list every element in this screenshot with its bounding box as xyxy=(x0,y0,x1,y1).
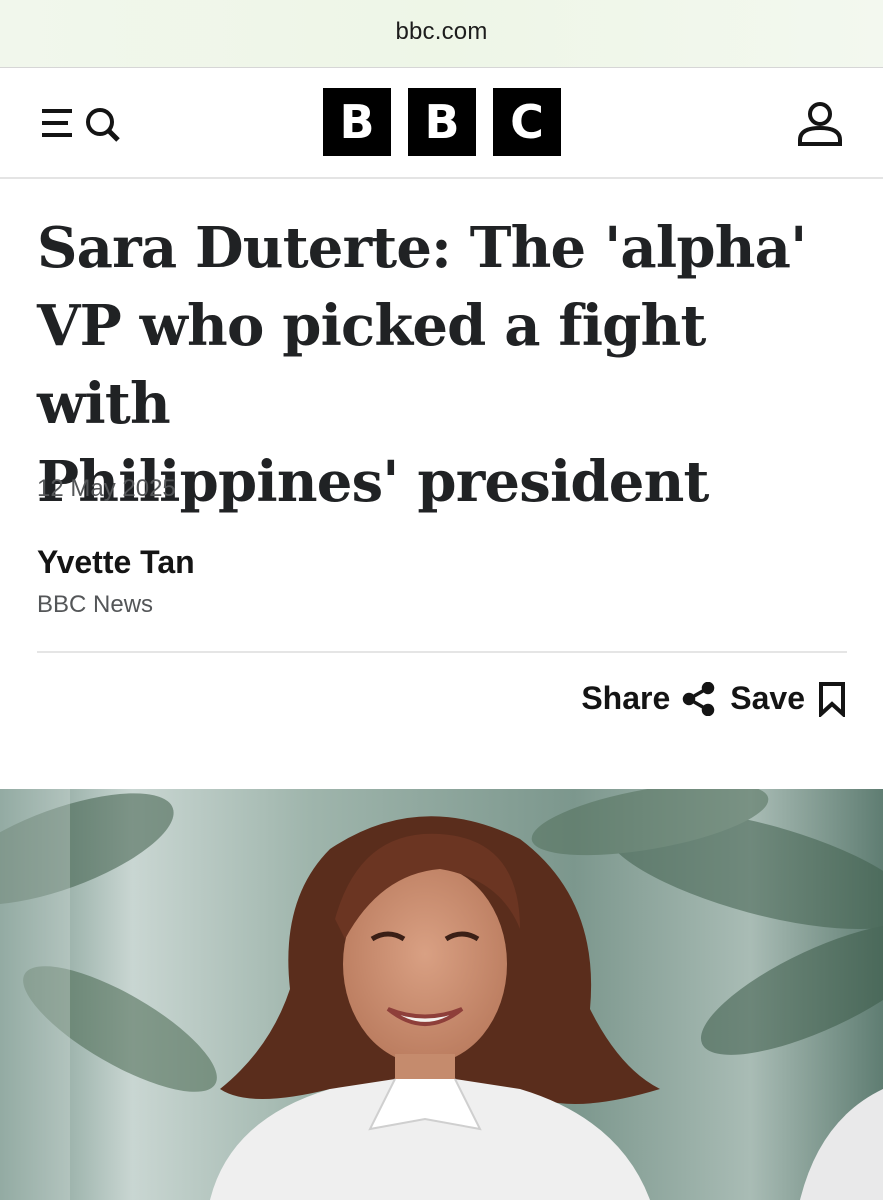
menu-search-button[interactable] xyxy=(38,99,134,149)
share-label: Share xyxy=(581,680,671,716)
author-name: Yvette Tan xyxy=(37,544,195,580)
bbc-logo[interactable]: B B C xyxy=(323,88,561,156)
logo-letter-b1: B xyxy=(323,88,391,156)
byline-divider xyxy=(37,651,847,653)
headline-line-1: Sara Duterte: The 'alpha' xyxy=(37,215,807,281)
account-button[interactable] xyxy=(792,96,848,152)
url-domain[interactable]: bbc.com xyxy=(395,18,487,46)
save-button[interactable]: Save xyxy=(730,680,847,717)
save-label: Save xyxy=(730,680,805,716)
browser-address-bar[interactable]: bbc.com xyxy=(0,0,883,68)
bookmark-icon xyxy=(819,681,845,717)
share-icon xyxy=(683,681,715,716)
headline-line-2: VP who picked a fight with xyxy=(37,293,706,437)
share-button[interactable]: Share xyxy=(581,680,716,717)
site-header: B B C xyxy=(0,69,883,179)
user-icon xyxy=(798,102,842,146)
menu-search-icon xyxy=(42,108,120,142)
article-hero-image xyxy=(0,789,883,1200)
publish-date: 12 May 2025 xyxy=(37,475,176,502)
logo-letter-b2: B xyxy=(408,88,476,156)
author-source: BBC News xyxy=(37,591,154,618)
logo-letter-c: C xyxy=(493,88,561,156)
article-actions: Share Save xyxy=(581,680,847,717)
portrait-photo xyxy=(0,789,883,1200)
